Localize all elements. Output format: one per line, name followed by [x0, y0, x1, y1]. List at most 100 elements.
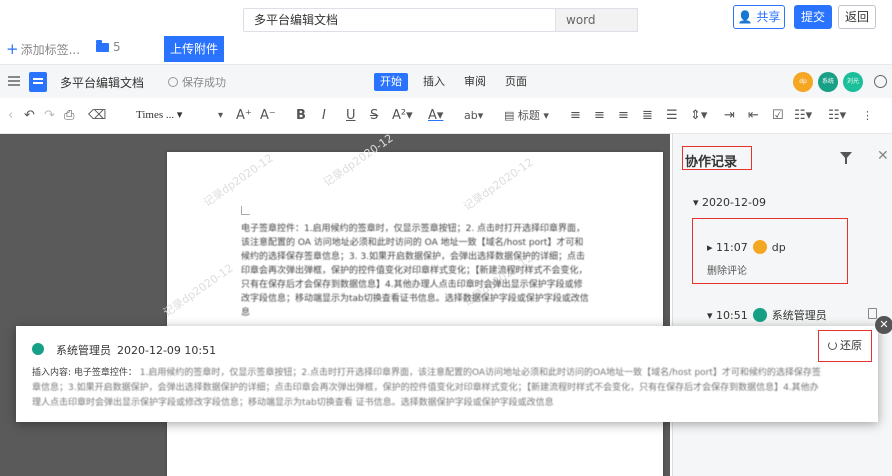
restore-button[interactable]: 还原: [818, 330, 872, 362]
align-justify-icon[interactable]: ≣: [642, 107, 653, 125]
editor-header: 多平台编辑文档 保存成功 开始 插入 审阅 页面 dp 系统 刘光: [0, 64, 892, 98]
folder-count: 5: [113, 40, 121, 54]
panel-title: 协作记录: [685, 155, 738, 170]
chevron-down-icon: ▾: [707, 309, 717, 322]
folder-button[interactable]: 5: [96, 40, 121, 54]
plus-icon: +: [6, 40, 19, 58]
scroll-left-icon[interactable]: ‹: [8, 107, 13, 125]
add-tag-button[interactable]: + 添加标签...: [6, 40, 80, 58]
tag-bar: + 添加标签... 5: [0, 36, 892, 62]
highlight-icon[interactable]: ab▾: [464, 107, 483, 125]
watermark: 记录dp2020-12: [160, 261, 236, 320]
superscript-icon[interactable]: A²▾: [392, 107, 413, 125]
strikethrough-icon[interactable]: S: [370, 107, 378, 125]
add-tag-label: 添加标签...: [20, 43, 81, 57]
align-center-icon[interactable]: ≡: [594, 107, 605, 125]
watermark: 记录dp2020-12: [460, 155, 536, 214]
font-size-dropdown-icon[interactable]: ▾: [218, 107, 223, 125]
format-painter-icon[interactable]: ⎙: [64, 107, 74, 125]
tab-review[interactable]: 审阅: [458, 73, 492, 91]
line-spacing-icon[interactable]: ⇕▾: [690, 107, 707, 125]
restore-icon: [828, 341, 837, 350]
avatar-system[interactable]: 系统: [818, 72, 838, 92]
distribute-icon[interactable]: ☰: [666, 107, 678, 125]
outdent-icon[interactable]: ⇤: [748, 107, 759, 125]
document-canvas: 记录dp2020-12 记录dp2020-12 记录dp2020-12 记录dp…: [0, 132, 670, 476]
doc-title-input[interactable]: 多平台编辑文档: [243, 8, 556, 32]
inserted-text: 1.启用候约的签章时，仅显示签章按钮；2.点击时打开选择印章界面，该注意配置的O…: [32, 368, 821, 408]
filter-icon[interactable]: [840, 152, 852, 164]
popup-content: 插入内容: 电子签章控件： 1.启用候约的签章时，仅显示签章按钮；2.点击时打开…: [32, 366, 822, 411]
avatar: [752, 240, 767, 254]
submit-button[interactable]: 提交: [794, 5, 832, 29]
change-detail-popup: 系统管理员 2020-12-09 10:51 插入内容: 电子签章控件： 1.启用…: [16, 326, 878, 422]
document-page[interactable]: 记录dp2020-12 记录dp2020-12 记录dp2020-12 记录dp…: [161, 132, 663, 476]
close-icon[interactable]: ✕: [877, 148, 889, 164]
font-select[interactable]: Times ... ▾: [136, 108, 182, 121]
save-status: 保存成功: [168, 74, 226, 90]
eraser-icon[interactable]: ⌫: [88, 107, 106, 125]
bullet-list-icon[interactable]: ☷▾: [794, 107, 812, 125]
menu-icon[interactable]: [8, 76, 20, 86]
italic-icon[interactable]: I: [322, 107, 326, 125]
record-time: 10:51: [716, 309, 748, 322]
record-user: 系统管理员: [771, 309, 827, 322]
popup-timestamp: 2020-12-09 10:51: [117, 344, 217, 357]
share-label: 共享: [756, 10, 781, 24]
align-right-icon[interactable]: ≡: [618, 107, 629, 125]
increase-font-icon[interactable]: A⁺: [236, 107, 252, 125]
bold-icon[interactable]: B: [296, 107, 306, 125]
numbered-list-icon[interactable]: ☷▾: [828, 107, 846, 125]
tab-insert[interactable]: 插入: [417, 73, 451, 91]
record-item[interactable]: ▸ 11:07 dp: [707, 240, 786, 254]
more-tools-icon[interactable]: ⋮: [862, 107, 873, 125]
history-clock-icon[interactable]: [874, 75, 887, 88]
top-bar: 多平台编辑文档 word 👤 共享 提交 返回: [0, 0, 892, 36]
avatar: [32, 343, 44, 355]
heading-select[interactable]: ▤ 标题 ▾: [504, 107, 549, 125]
popup-header: 系统管理员 2020-12-09 10:51: [56, 342, 216, 358]
heading-label: 标题: [517, 109, 540, 122]
save-status-label: 保存成功: [182, 76, 226, 89]
chevron-down-icon: ▾: [693, 196, 703, 209]
document-small-icon[interactable]: [868, 308, 877, 319]
avatar-liuguang[interactable]: 刘光: [843, 72, 863, 92]
avatar: [752, 308, 767, 322]
underline-icon[interactable]: U: [346, 107, 356, 125]
collaboration-panel: 协作记录 ✕ ▾ 2020-12-09 ▸ 11:07 dp 删除评论 ▾ 10:…: [672, 134, 892, 476]
doc-name: 多平台编辑文档: [60, 76, 145, 90]
avatar-dp[interactable]: dp: [793, 72, 813, 92]
record-user: dp: [771, 241, 786, 254]
doc-type-field: word: [556, 8, 638, 32]
indent-icon[interactable]: ⇥: [724, 107, 735, 125]
share-button[interactable]: 👤 共享: [733, 5, 785, 29]
redo-icon[interactable]: ↷: [44, 107, 55, 125]
watermark: 记录dp2020-12: [200, 151, 276, 210]
decrease-font-icon[interactable]: A⁻: [260, 107, 276, 125]
record-time: 11:07: [716, 241, 748, 254]
font-select-value: Times ...: [136, 109, 175, 121]
formatting-toolbar: ‹ ↶ ↷ ⎙ ⌫ Times ... ▾ ▾ A⁺ A⁻ B I U S A²…: [0, 98, 892, 134]
checkbox-list-icon[interactable]: ☑: [772, 107, 784, 125]
font-color-icon[interactable]: A▾: [428, 107, 443, 125]
upload-attachment-button[interactable]: 上传附件: [164, 36, 224, 62]
tab-start[interactable]: 开始: [374, 73, 408, 91]
align-left-icon[interactable]: ≡: [570, 107, 581, 125]
heading-icon: ▤: [504, 109, 515, 122]
record-item[interactable]: ▾ 10:51 系统管理员: [707, 307, 827, 323]
date-label: 2020-12-09: [702, 196, 766, 209]
user-icon: 👤: [737, 10, 753, 24]
check-circle-icon: [168, 77, 178, 87]
document-body-text[interactable]: 电子签章控件：1.启用候约的签章时，仅显示签章按钮；2. 点击时打开选择印章界面…: [241, 222, 591, 320]
margin-corner: [241, 206, 250, 215]
watermark: 记录dp2020-12: [320, 131, 396, 190]
folder-icon: [96, 40, 109, 52]
date-group[interactable]: ▾ 2020-12-09: [693, 196, 766, 209]
popup-user-name: 系统管理员: [56, 344, 111, 357]
chevron-right-icon: ▸: [707, 241, 717, 254]
popup-close-icon[interactable]: ✕: [875, 316, 892, 334]
tab-page[interactable]: 页面: [499, 73, 533, 91]
document-icon: [29, 72, 47, 92]
undo-icon[interactable]: ↶: [24, 107, 35, 125]
back-button[interactable]: 返回: [838, 5, 876, 29]
